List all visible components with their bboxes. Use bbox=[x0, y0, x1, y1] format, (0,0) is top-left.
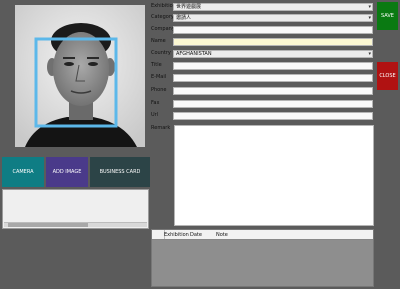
image-list-box[interactable] bbox=[2, 189, 149, 229]
country-value: AFGHANISTAN bbox=[176, 51, 212, 57]
exhibition-select[interactable]: 世界遊戲展 ▾ bbox=[173, 3, 373, 11]
company-field[interactable] bbox=[173, 26, 373, 34]
column-header-note[interactable]: Note bbox=[216, 232, 228, 238]
phone-field[interactable] bbox=[173, 87, 373, 95]
name-label: Name bbox=[151, 38, 166, 44]
title-label: Title bbox=[151, 62, 162, 68]
phone-label: Phone bbox=[151, 87, 167, 93]
email-field[interactable] bbox=[173, 74, 373, 82]
chevron-down-icon: ▾ bbox=[368, 51, 371, 57]
title-field[interactable] bbox=[173, 62, 373, 70]
url-label: Url bbox=[151, 112, 159, 118]
column-header-exhibition[interactable]: Exhibition bbox=[164, 232, 189, 238]
business-card-button[interactable]: BUSINESS CARD bbox=[90, 157, 150, 187]
country-select[interactable]: AFGHANISTAN ▾ bbox=[173, 50, 373, 58]
chevron-down-icon: ▾ bbox=[368, 15, 371, 21]
fax-label: Fax bbox=[151, 100, 160, 106]
remark-label: Remark bbox=[151, 125, 171, 131]
category-label: Category bbox=[151, 14, 174, 20]
scrollbar-thumb[interactable] bbox=[8, 223, 88, 227]
captured-photo bbox=[15, 5, 145, 147]
exhibition-value: 世界遊戲展 bbox=[176, 4, 202, 10]
column-header-date[interactable]: Date bbox=[190, 232, 202, 238]
add-image-button[interactable]: ADD IMAGE bbox=[46, 157, 88, 187]
camera-button[interactable]: CAMERA bbox=[2, 157, 44, 187]
company-label: Company bbox=[151, 26, 175, 32]
chevron-down-icon: ▾ bbox=[368, 4, 371, 10]
url-field[interactable] bbox=[173, 112, 373, 120]
category-select[interactable]: 邀請人 ▾ bbox=[173, 14, 373, 22]
history-table[interactable]: Exhibition Date Note bbox=[151, 229, 374, 287]
fax-field[interactable] bbox=[173, 100, 373, 108]
save-button[interactable]: SAVE bbox=[377, 2, 398, 30]
email-label: E-Mail bbox=[151, 74, 167, 80]
category-value: 邀請人 bbox=[176, 15, 192, 21]
close-button[interactable]: CLOSE bbox=[377, 62, 398, 90]
country-label: Country bbox=[151, 50, 171, 56]
face-photo-image bbox=[15, 5, 145, 147]
name-field[interactable] bbox=[173, 38, 373, 46]
horizontal-scrollbar[interactable] bbox=[4, 222, 147, 227]
remark-textarea[interactable] bbox=[174, 125, 374, 226]
history-table-header: Exhibition Date Note bbox=[152, 230, 373, 240]
